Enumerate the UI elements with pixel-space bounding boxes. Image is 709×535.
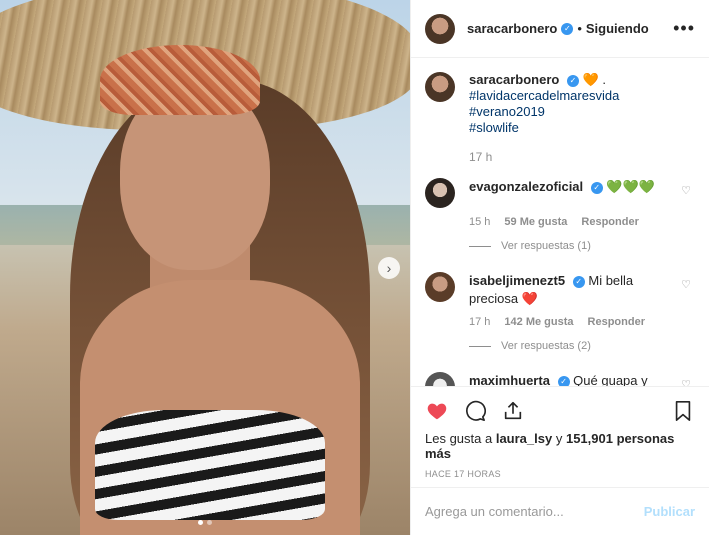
post-photo: › (0, 0, 410, 535)
hashtag-link[interactable]: #lavidacercadelmaresvida (469, 88, 619, 104)
likes-middle: y (555, 431, 563, 446)
likes-prefix: Les gusta a (425, 431, 493, 446)
comment-body: maximhuerta ✓ Qué guapa y luminosa eres.… (469, 372, 659, 386)
commenter-username[interactable]: evagonzalezoficial (469, 179, 583, 194)
caption-username[interactable]: saracarbonero (469, 72, 559, 87)
view-replies-button[interactable]: Ver respuestas (2) (469, 340, 695, 352)
share-icon[interactable] (501, 399, 525, 423)
view-replies-button[interactable]: Ver respuestas (1) (469, 240, 695, 252)
verified-badge-icon: ✓ (590, 181, 603, 194)
comment-input[interactable] (425, 504, 644, 519)
comment-likes[interactable]: 142 Me gusta (504, 316, 573, 328)
caption-text: saracarbonero ✓ 🧡 . #lavidacercadelmares… (469, 72, 619, 136)
photo-bandana (100, 45, 260, 115)
comment-body: isabeljimenezt5 ✓ Mi bella preciosa ❤️ (469, 272, 659, 308)
post-header: saracarbonero ✓ • Siguiendo ••• (411, 0, 709, 58)
publish-button[interactable]: Publicar (644, 504, 695, 519)
separator-dot: • (577, 21, 582, 36)
caption-emoji: 🧡 . (582, 72, 606, 87)
likes-summary: Les gusta a laura_lsy y 151,901 personas… (425, 431, 695, 461)
comment-bubble-icon[interactable] (463, 399, 487, 423)
comment-text: 💚💚💚 (606, 179, 655, 194)
caption: saracarbonero ✓ 🧡 . #lavidacercadelmares… (425, 72, 695, 136)
carousel-next-button[interactable]: › (378, 257, 400, 279)
reply-button[interactable]: Responder (588, 316, 645, 328)
verified-badge-icon: ✓ (566, 74, 579, 87)
caption-time: 17 h (469, 150, 493, 164)
carousel-indicator (0, 520, 410, 525)
author-username[interactable]: saracarbonero (467, 21, 557, 36)
comment-item: evagonzalezoficial ✓ 💚💚💚 ♡ (425, 178, 695, 208)
carousel-dot-2 (207, 520, 212, 525)
commenter-username[interactable]: maximhuerta (469, 373, 550, 386)
comment-meta: 17 h 142 Me gusta Responder (469, 316, 695, 328)
commenter-username[interactable]: isabeljimenezt5 (469, 273, 565, 288)
comment-item: isabeljimenezt5 ✓ Mi bella preciosa ❤️ ♡ (425, 272, 695, 308)
commenter-avatar[interactable] (425, 372, 455, 386)
post-actions: Les gusta a laura_lsy y 151,901 personas… (411, 386, 709, 479)
comment-time: 15 h (469, 216, 491, 228)
photo-bikini (95, 410, 325, 520)
more-options-icon[interactable]: ••• (673, 18, 695, 39)
add-comment-bar: Publicar (411, 487, 709, 535)
like-comment-heart-icon[interactable]: ♡ (681, 378, 691, 386)
comment-item: maximhuerta ✓ Qué guapa y luminosa eres.… (425, 372, 695, 386)
chevron-right-icon: › (386, 260, 392, 276)
commenter-avatar[interactable] (425, 272, 455, 302)
commenter-avatar[interactable] (425, 178, 455, 208)
action-icons (425, 397, 695, 425)
comments-list[interactable]: saracarbonero ✓ 🧡 . #lavidacercadelmares… (411, 58, 709, 386)
view-replies-label: Ver respuestas (1) (501, 240, 591, 252)
comment-likes[interactable]: 59 Me gusta (504, 216, 567, 228)
bookmark-icon[interactable] (671, 399, 695, 423)
verified-badge-icon: ✓ (572, 275, 585, 288)
author-avatar[interactable] (425, 13, 455, 44)
replies-line (469, 245, 491, 247)
comment-meta: 15 h 59 Me gusta Responder (469, 216, 695, 228)
reply-button[interactable]: Responder (581, 216, 638, 228)
instagram-post-view: › saracarbonero ✓ • Siguiendo ••• saraca… (0, 0, 709, 535)
comment-body: evagonzalezoficial ✓ 💚💚💚 (469, 178, 659, 208)
hashtag-link[interactable]: #verano2019 (469, 104, 619, 120)
like-comment-heart-icon[interactable]: ♡ (681, 184, 691, 197)
like-comment-heart-icon[interactable]: ♡ (681, 278, 691, 291)
hashtag-link[interactable]: #slowlife (469, 120, 619, 136)
carousel-dot-1 (198, 520, 203, 525)
caption-avatar[interactable] (425, 72, 455, 102)
comment-time: 17 h (469, 316, 491, 328)
post-timestamp: HACE 17 HORAS (425, 469, 501, 479)
follow-status-button[interactable]: Siguiendo (586, 21, 649, 36)
verified-badge-icon: ✓ (557, 375, 570, 386)
replies-line (469, 345, 491, 347)
view-replies-label: Ver respuestas (2) (501, 340, 591, 352)
post-sidebar: saracarbonero ✓ • Siguiendo ••• saracarb… (410, 0, 709, 535)
liker-username[interactable]: laura_lsy (496, 431, 552, 446)
like-heart-icon[interactable] (425, 399, 449, 423)
verified-badge-icon: ✓ (561, 22, 574, 35)
